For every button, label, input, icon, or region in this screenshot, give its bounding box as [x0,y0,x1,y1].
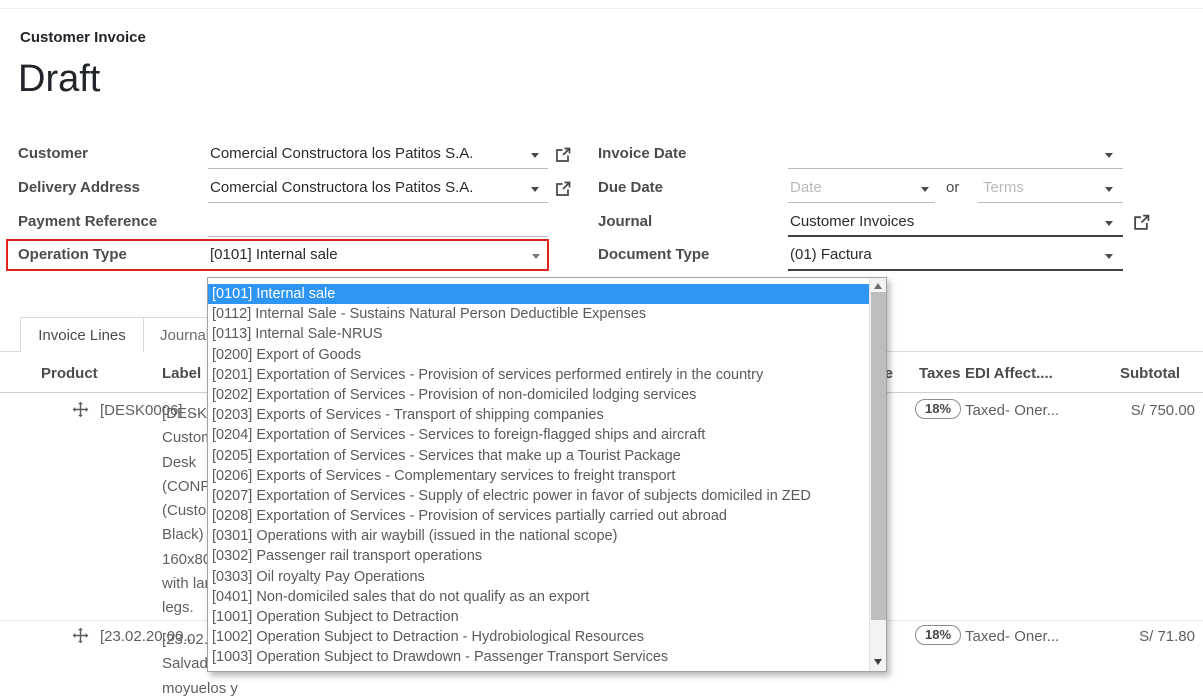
delivery-address-external-link-icon[interactable] [555,181,571,202]
due-date-terms-underline [978,202,1123,203]
document-type-heading: Customer Invoice [20,29,146,46]
journal-underline [788,235,1123,237]
document-type-underline [788,269,1123,271]
journal-value[interactable]: Customer Invoices [790,213,914,230]
journal-external-link-icon[interactable] [1133,214,1150,236]
column-header-edi: EDI Affect.... [965,365,1053,382]
due-date-label: Due Date [598,179,663,196]
dropdown-item[interactable]: [0113] Internal Sale-NRUS [212,324,869,344]
customer-underline [208,168,548,169]
customer-value[interactable]: Comercial Constructora los Patitos S.A. [210,145,473,162]
drag-handle-icon[interactable] [72,627,89,649]
dropdown-scrollbar[interactable] [869,278,886,671]
dropdown-item[interactable]: [0205] Exportation of Services - Service… [212,446,869,466]
delivery-address-caret-icon[interactable] [531,187,539,192]
invoice-date-underline [788,168,1123,169]
dropdown-item[interactable]: [1001] Operation Subject to Detraction [212,607,869,627]
row2-tax-badge[interactable]: 18% [915,625,961,645]
dropdown-item[interactable]: [0201] Exportation of Services - Provisi… [212,365,869,385]
top-divider [0,8,1203,9]
row1-tax-badge[interactable]: 18% [915,399,961,419]
dropdown-item[interactable]: [0202] Exportation of Services - Provisi… [212,385,869,405]
delivery-address-value[interactable]: Comercial Constructora los Patitos S.A. [210,179,473,196]
payment-reference-underline [208,236,548,237]
document-type-caret-icon[interactable] [1105,254,1113,259]
payment-reference-label: Payment Reference [18,213,157,230]
dropdown-item[interactable]: [0208] Exportation of Services - Provisi… [212,506,869,526]
dropdown-item[interactable]: [0303] Oil royalty Pay Operations [212,567,869,587]
scrollbar-thumb[interactable] [871,292,886,620]
due-date-terms-input[interactable]: Terms [983,179,1024,196]
invoice-date-label: Invoice Date [598,145,686,162]
dropdown-item[interactable]: [0301] Operations with air waybill (issu… [212,526,869,546]
dropdown-item[interactable]: [0112] Internal Sale - Sustains Natural … [212,304,869,324]
page-title: Draft [18,58,100,101]
column-header-label: Label [162,365,201,382]
column-header-taxes: Taxes [919,365,960,382]
dropdown-item[interactable]: [0206] Exports of Services - Complementa… [212,466,869,486]
operation-type-dropdown: [0101] Internal sale [0112] Internal Sal… [207,277,887,672]
dropdown-item[interactable]: [0401] Non-domiciled sales that do not q… [212,587,869,607]
journal-label: Journal [598,213,652,230]
dropdown-item[interactable]: [1003] Operation Subject to Drawdown - P… [212,647,869,667]
row1-edi-cell[interactable]: Taxed- Oner... [965,402,1059,419]
invoice-form-screen: Customer Invoice Draft Customer Comercia… [0,0,1203,699]
document-type-label: Document Type [598,246,709,263]
dropdown-item[interactable]: [0101] Internal sale [208,284,869,304]
operation-type-annotation-box [6,239,549,271]
delivery-address-label: Delivery Address [18,179,140,196]
row2-edi-cell[interactable]: Taxed- Oner... [965,628,1059,645]
dropdown-item[interactable]: [0302] Passenger rail transport operatio… [212,546,869,566]
column-header-subtotal: Subtotal [1080,365,1180,382]
customer-label: Customer [18,145,88,162]
operation-type-option-list: [0101] Internal sale [0112] Internal Sal… [208,278,869,671]
drag-handle-icon[interactable] [72,401,89,423]
due-date-date-caret-icon[interactable] [921,187,929,192]
scroll-down-icon[interactable] [874,659,882,665]
dropdown-item[interactable]: [0204] Exportation of Services - Service… [212,425,869,445]
dropdown-item[interactable]: [1002] Operation Subject to Detraction -… [212,627,869,647]
due-date-terms-caret-icon[interactable] [1105,187,1113,192]
due-date-or-text: or [946,179,959,196]
scroll-up-icon[interactable] [874,283,882,289]
journal-caret-icon[interactable] [1105,221,1113,226]
tab-invoice-lines[interactable]: Invoice Lines [20,317,144,352]
customer-external-link-icon[interactable] [555,147,571,168]
dropdown-item[interactable]: [0207] Exportation of Services - Supply … [212,486,869,506]
customer-caret-icon[interactable] [531,153,539,158]
due-date-date-input[interactable]: Date [790,179,822,196]
dropdown-item[interactable]: [0203] Exports of Services - Transport o… [212,405,869,425]
delivery-address-underline [208,202,548,203]
invoice-date-caret-icon[interactable] [1105,153,1113,158]
dropdown-item[interactable]: [0200] Export of Goods [212,345,869,365]
document-type-value[interactable]: (01) Factura [790,246,872,263]
row1-subtotal-cell[interactable]: S/ 750.00 [1090,402,1195,419]
column-header-product: Product [41,365,98,382]
row2-subtotal-cell[interactable]: S/ 71.80 [1090,628,1195,645]
due-date-date-underline [788,202,935,203]
